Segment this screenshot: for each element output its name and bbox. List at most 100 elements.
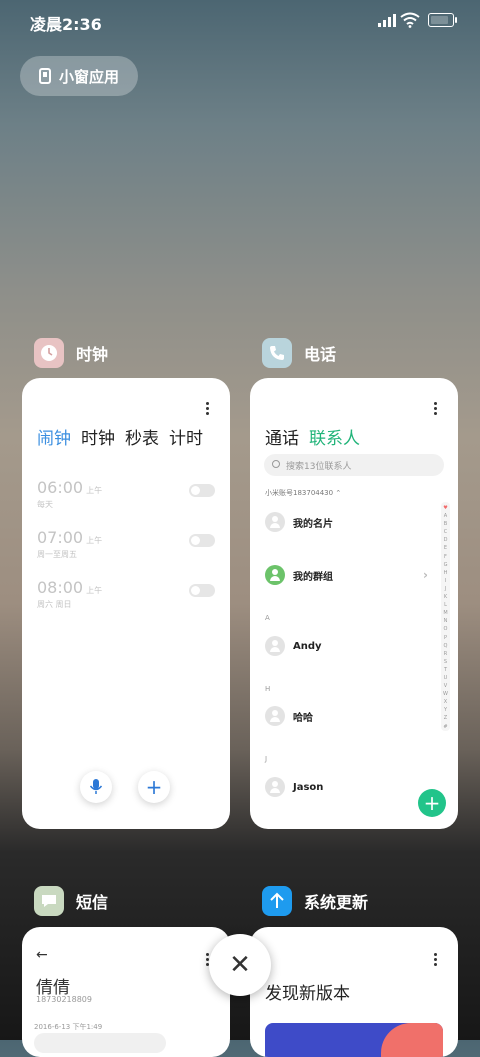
contact-name: 哈哈: [293, 712, 313, 724]
contact-name: Andy: [293, 640, 322, 652]
update-headline: 发现新版本: [265, 984, 350, 1004]
update-app-header: 系统更新: [262, 886, 368, 916]
chevron-right-icon: ›: [423, 568, 428, 582]
list-item[interactable]: 哈哈: [265, 704, 428, 728]
close-icon: ✕: [229, 950, 251, 980]
floating-window-button[interactable]: 小窗应用: [20, 56, 138, 96]
alphabet-index-letter[interactable]: A: [441, 512, 450, 520]
alphabet-index-letter[interactable]: G: [441, 561, 450, 569]
alarm-toggle[interactable]: [189, 484, 215, 497]
phone-app-header: 电话: [262, 338, 336, 368]
alphabet-index-letter[interactable]: M: [441, 609, 450, 617]
alphabet-index-letter[interactable]: ♥: [441, 504, 450, 512]
alphabet-index-letter[interactable]: J: [441, 585, 450, 593]
tab-alarm[interactable]: 闹钟: [37, 424, 71, 449]
tab-calls[interactable]: 通话: [265, 424, 299, 449]
alphabet-index-letter[interactable]: F: [441, 553, 450, 561]
alphabet-index-letter[interactable]: X: [441, 698, 450, 706]
clock-icon: [34, 338, 64, 368]
back-arrow-icon[interactable]: ←: [36, 947, 48, 963]
alphabet-index-letter[interactable]: Q: [441, 642, 450, 650]
alarm-ampm: 上午: [86, 536, 103, 545]
account-selector[interactable]: 小米账号183704430 ⌃: [265, 488, 341, 498]
contact-my-groups[interactable]: 我的群组 ›: [265, 563, 428, 587]
floating-window-label: 小窗应用: [58, 67, 119, 86]
alarm-item[interactable]: 08:00 上午 周六 周日: [37, 578, 215, 622]
contact-name: Jason: [293, 781, 324, 793]
alphabet-index-letter[interactable]: W: [441, 690, 450, 698]
alarm-ampm: 上午: [86, 586, 103, 595]
alphabet-index-letter[interactable]: H: [441, 569, 450, 577]
tab-timer[interactable]: 计时: [169, 424, 203, 449]
alphabet-index-letter[interactable]: T: [441, 666, 450, 674]
alphabet-index-letter[interactable]: U: [441, 674, 450, 682]
tab-contacts[interactable]: 联系人: [309, 424, 360, 449]
alarm-item[interactable]: 07:00 上午 周一至周五: [37, 528, 215, 572]
alphabet-index-letter[interactable]: #: [441, 723, 450, 731]
update-banner: [265, 1023, 443, 1057]
status-time: 凌晨2:36: [30, 15, 102, 34]
add-alarm-button[interactable]: +: [138, 771, 170, 803]
list-item[interactable]: Jason: [265, 775, 428, 799]
more-menu-icon[interactable]: [434, 402, 438, 417]
phone-app-name: 电话: [304, 345, 337, 364]
alarm-toggle[interactable]: [189, 584, 215, 597]
section-header: H: [265, 685, 271, 693]
clock-card[interactable]: 闹钟 时钟 秒表 计时 06:00 上午 每天 07:00 上午 周一至周五 08:…: [22, 378, 230, 829]
alphabet-index[interactable]: ♥ A B C D E F G H I J K L M N O P Q R S T U V W X Y Z #: [441, 502, 450, 731]
signal-icon: [378, 13, 396, 27]
phone-tabs: 通话 联系人: [265, 424, 360, 449]
sms-card[interactable]: ← 倩倩 18730218809 2016-6-13 下午1:49: [22, 927, 230, 1057]
alphabet-index-letter[interactable]: L: [441, 601, 450, 609]
phone-icon: [262, 338, 292, 368]
conversation-number: 18730218809: [36, 995, 92, 1004]
alphabet-index-letter[interactable]: O: [441, 625, 450, 633]
alphabet-index-letter[interactable]: Z: [441, 714, 450, 722]
alphabet-index-letter[interactable]: K: [441, 593, 450, 601]
tab-stopwatch[interactable]: 秒表: [125, 424, 159, 449]
alphabet-index-letter[interactable]: D: [441, 536, 450, 544]
message-date: 2016-6-13 下午1:49: [34, 1023, 103, 1031]
alphabet-index-letter[interactable]: S: [441, 658, 450, 666]
tab-clock[interactable]: 时钟: [81, 424, 115, 449]
microphone-icon: [89, 779, 103, 794]
alarm-time: 07:00: [37, 528, 84, 547]
alarm-repeat: 每天: [37, 500, 53, 509]
alphabet-index-letter[interactable]: E: [441, 544, 450, 552]
update-card[interactable]: 发现新版本: [250, 927, 458, 1057]
avatar: [265, 512, 285, 532]
alphabet-index-letter[interactable]: Y: [441, 706, 450, 714]
alarm-item[interactable]: 06:00 上午 每天: [37, 478, 215, 522]
sms-app-header: 短信: [34, 886, 108, 916]
phone-card[interactable]: 通话 联系人 搜索13位联系人 小米账号183704430 ⌃ 我的名片 我的群…: [250, 378, 458, 829]
battery-icon: [428, 13, 457, 27]
more-menu-icon[interactable]: [206, 402, 210, 417]
alarm-toggle[interactable]: [189, 534, 215, 547]
alarm-ampm: 上午: [86, 486, 103, 495]
more-menu-icon[interactable]: [434, 953, 438, 968]
list-item[interactable]: Andy: [265, 634, 428, 658]
group-icon: [265, 565, 285, 585]
alphabet-index-letter[interactable]: V: [441, 682, 450, 690]
add-contact-button[interactable]: +: [418, 789, 446, 817]
alarm-repeat: 周六 周日: [37, 600, 72, 609]
plus-icon: +: [145, 775, 163, 799]
alarm-time: 06:00: [37, 478, 84, 497]
avatar: [265, 777, 285, 797]
contact-my-card[interactable]: 我的名片: [265, 510, 428, 534]
alphabet-index-letter[interactable]: C: [441, 528, 450, 536]
alphabet-index-letter[interactable]: R: [441, 650, 450, 658]
voice-alarm-button[interactable]: [80, 771, 112, 803]
section-header: J: [265, 755, 268, 763]
sms-app-name: 短信: [76, 893, 109, 912]
alphabet-index-letter[interactable]: I: [441, 577, 450, 585]
alphabet-index-letter[interactable]: N: [441, 617, 450, 625]
close-all-button[interactable]: ✕: [209, 934, 271, 996]
alphabet-index-letter[interactable]: P: [441, 634, 450, 642]
arrow-up-icon: [262, 886, 292, 916]
floating-window-icon: [38, 68, 51, 84]
clock-tabs: 闹钟 时钟 秒表 计时: [37, 424, 203, 449]
contact-search-input[interactable]: 搜索13位联系人: [264, 454, 444, 476]
contact-name: 我的名片: [293, 518, 333, 530]
alphabet-index-letter[interactable]: B: [441, 520, 450, 528]
